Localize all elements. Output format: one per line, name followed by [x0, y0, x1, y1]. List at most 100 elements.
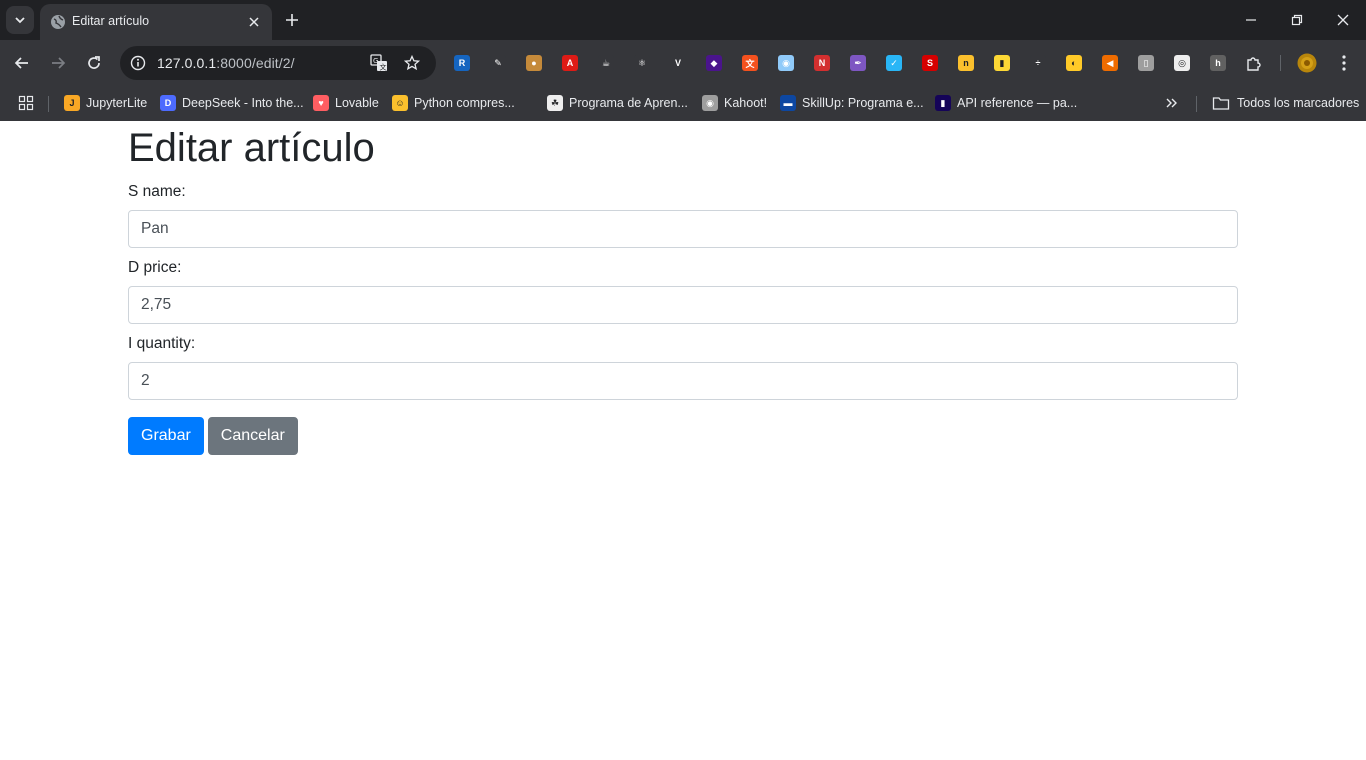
browser-toolbar: 127.0.0.1:8000/edit/2/ 文G R ✎ ● A ☕ ⚛ V ◆ 文 ◉ N ✒ ✓ S…	[0, 40, 1366, 86]
extension-button[interactable]: ▮	[992, 53, 1012, 73]
browser-menu-button[interactable]	[1334, 53, 1354, 73]
bookmark-label: Lovable	[335, 96, 379, 110]
reload-icon	[88, 56, 100, 69]
pandas-icon: ▮	[935, 95, 951, 111]
extension-button[interactable]: R	[452, 53, 472, 73]
all-bookmarks-button[interactable]: Todos los marcadores	[1212, 92, 1359, 114]
close-icon	[249, 17, 259, 27]
extension-button[interactable]: V	[668, 53, 688, 73]
extension-button[interactable]: ☕	[596, 53, 616, 73]
tab-search-button[interactable]	[6, 6, 34, 34]
bookmark-item[interactable]: ◉ Kahoot!	[702, 92, 767, 114]
page-title: Editar artículo	[128, 126, 375, 170]
new-ext-icon: N	[814, 55, 830, 71]
bookmark-item[interactable]: ▬ SkillUp: Programa e...	[780, 92, 924, 114]
translate-icon: 文G	[370, 54, 387, 72]
circle-ext-icon: ◉	[778, 55, 794, 71]
layers-icon: ◆	[706, 55, 722, 71]
form-actions: Grabar Cancelar	[128, 417, 1238, 455]
profile-avatar[interactable]	[1297, 53, 1317, 73]
cookie-icon: ●	[526, 55, 542, 71]
save-button[interactable]: Grabar	[128, 417, 204, 455]
extension-button[interactable]: h	[1208, 53, 1228, 73]
speaker-ext-icon: ◀	[1102, 55, 1118, 71]
plus-icon	[286, 14, 298, 26]
bookmark-star-button[interactable]	[402, 53, 422, 73]
bookmark-item[interactable]: ♥ Lovable	[313, 92, 379, 114]
quantity-label: I quantity:	[128, 335, 196, 352]
extension-button[interactable]: S	[920, 53, 940, 73]
folder-icon	[1212, 97, 1230, 110]
bookmark-label: DeepSeek - Into the...	[182, 96, 304, 110]
extension-button[interactable]: A	[560, 53, 580, 73]
bookmark-item[interactable]: ☘ Programa de Apren...	[547, 92, 688, 114]
extension-button[interactable]: N	[812, 53, 832, 73]
extension-button[interactable]: ⚛	[632, 53, 652, 73]
bookmark-item[interactable]: J JupyterLite	[64, 92, 147, 114]
edit-article-form: Editar artículo S name: D price: I quant…	[128, 121, 1238, 455]
bookmarks-bar: J JupyterLite D DeepSeek - Into the... ♥ Lova…	[0, 86, 1366, 121]
n-ext-icon: n	[958, 55, 974, 71]
url-host: 127.0.0.1	[157, 55, 217, 71]
cancel-button[interactable]: Cancelar	[207, 417, 298, 455]
price-input[interactable]	[128, 286, 1238, 324]
more-vertical-icon	[1342, 55, 1346, 71]
extension-button[interactable]: ◐	[1064, 53, 1084, 73]
active-tab[interactable]: Editar artículo	[40, 4, 272, 40]
toolbar-separator	[1280, 55, 1281, 71]
bookmark-item[interactable]: D DeepSeek - Into the...	[160, 92, 304, 114]
chevron-down-icon	[15, 17, 25, 24]
extension-button[interactable]: ▯	[1136, 53, 1156, 73]
s-ext-icon: S	[922, 55, 938, 71]
name-field-group: S name:	[128, 182, 1238, 248]
bookmark-item[interactable]: ☺ Python compres...	[392, 92, 515, 114]
extension-button[interactable]: ◎	[1172, 53, 1192, 73]
deepseek-icon: D	[160, 95, 176, 111]
name-input[interactable]	[128, 210, 1238, 248]
quantity-field-group: I quantity:	[128, 334, 1238, 400]
price-label: D price:	[128, 259, 182, 276]
extension-button[interactable]: 文	[740, 53, 760, 73]
close-window-button[interactable]	[1331, 8, 1355, 32]
site-info-button[interactable]	[128, 53, 148, 73]
extension-button[interactable]: ✒	[848, 53, 868, 73]
extension-button[interactable]: ✎	[488, 53, 508, 73]
back-button[interactable]	[9, 50, 35, 76]
bookmarks-separator	[1196, 96, 1197, 112]
skillup-icon: ▬	[780, 95, 796, 111]
extension-button[interactable]: ◀	[1100, 53, 1120, 73]
minimize-icon	[1246, 19, 1256, 21]
mouse-ext-icon: ▯	[1138, 55, 1154, 71]
url-text: 127.0.0.1:8000/edit/2/	[157, 55, 295, 71]
tab-close-button[interactable]	[244, 12, 264, 32]
name-label: S name:	[128, 183, 186, 200]
translate-button[interactable]: 文G	[369, 53, 389, 73]
more-bookmarks-button[interactable]	[1165, 92, 1179, 114]
tab-strip: Editar artículo	[0, 0, 1366, 40]
apps-button[interactable]	[18, 92, 34, 114]
svg-text:G: G	[373, 57, 378, 65]
bookmark-label: SkillUp: Programa e...	[802, 96, 924, 110]
extensions-button[interactable]	[1244, 53, 1264, 73]
divider-ext-icon: ÷	[1030, 55, 1046, 71]
extension-button[interactable]: ◆	[704, 53, 724, 73]
extension-button[interactable]: ✓	[884, 53, 904, 73]
extension-button[interactable]: ÷	[1028, 53, 1048, 73]
extension-button[interactable]: n	[956, 53, 976, 73]
extension-button[interactable]: ◉	[776, 53, 796, 73]
forward-button[interactable]	[45, 50, 71, 76]
reload-button[interactable]	[81, 50, 107, 76]
address-bar[interactable]: 127.0.0.1:8000/edit/2/ 文G	[120, 46, 436, 80]
restore-button[interactable]	[1285, 8, 1309, 32]
eyedropper-icon: ✎	[490, 55, 506, 71]
apps-grid-icon	[18, 95, 34, 111]
quantity-input[interactable]	[128, 362, 1238, 400]
bookmark-item[interactable]: ▮ API reference — pa...	[935, 92, 1077, 114]
close-icon	[1337, 14, 1349, 26]
minimize-button[interactable]	[1239, 8, 1263, 32]
globe-icon	[51, 15, 65, 29]
new-tab-button[interactable]	[280, 8, 304, 32]
tab-title: Editar artículo	[72, 14, 150, 28]
bookmark-label: API reference — pa...	[957, 96, 1078, 110]
extension-button[interactable]: ●	[524, 53, 544, 73]
